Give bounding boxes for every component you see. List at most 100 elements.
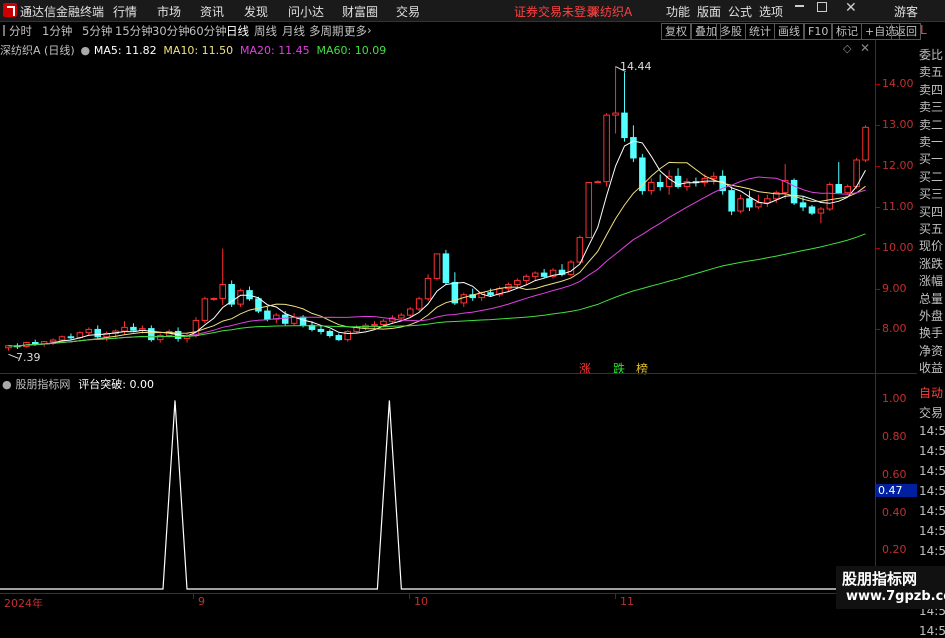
candle-body xyxy=(406,308,414,316)
indicator-plot[interactable] xyxy=(0,375,875,593)
period-tab-intraday[interactable]: 分时 xyxy=(9,23,32,39)
quote-field-label[interactable]: 外盘 xyxy=(919,307,943,324)
tick-detail-label[interactable]: 交易 xyxy=(919,404,943,421)
period-tab-more[interactable]: 更多 xyxy=(344,23,367,39)
statistics-button[interactable]: 统计 xyxy=(745,23,775,40)
quote-field-label[interactable]: 换手 xyxy=(919,324,943,341)
tick-detail-label[interactable]: 14:56 xyxy=(919,464,945,478)
candle-body xyxy=(826,184,834,210)
quote-field-label[interactable]: 买三 xyxy=(919,185,943,202)
menu-item-news[interactable]: 资讯 xyxy=(200,3,224,20)
candle-body xyxy=(594,181,601,184)
menu-item-discover[interactable]: 发现 xyxy=(244,3,268,20)
menu-item-wealth[interactable]: 财富圈 xyxy=(342,3,378,20)
candlestick-plot[interactable] xyxy=(0,40,875,373)
date-tick xyxy=(615,594,616,599)
quote-field-label[interactable]: 买五 xyxy=(919,220,943,237)
candle-body xyxy=(246,290,253,300)
date-tick xyxy=(193,594,194,599)
user-guest[interactable]: 游客 xyxy=(894,3,918,20)
back-button[interactable]: 返回 xyxy=(891,23,921,40)
indicator-pane[interactable]: ● 股朋指标网 评台突破: 0.00 xyxy=(0,375,875,593)
quote-side-panel[interactable]: 委比 卖五 卖四 卖三 卖二 卖一 买一 买二 买三 买四 买五 现价 涨跌 涨幅 总量 外盘 换手 净资 收益自动… xyxy=(917,40,945,638)
candle-body xyxy=(540,272,548,277)
quote-field-label[interactable]: 买一 xyxy=(919,150,943,167)
period-toolbar: 分时 1分钟 5分钟 15分钟 30分钟 60分钟 日线 周线 月线 多周期 更… xyxy=(0,22,945,40)
quote-field-label[interactable]: 卖五 xyxy=(919,63,943,80)
close-icon[interactable]: ✕ xyxy=(845,0,857,16)
tick-detail-label[interactable]: 14:56 xyxy=(919,484,945,498)
price-tick-label: 12.00 xyxy=(882,159,914,173)
candle-body xyxy=(460,294,468,304)
chevron-right-icon[interactable]: › xyxy=(367,23,372,37)
candle-body xyxy=(514,279,521,286)
quote-field-label[interactable]: 总量 xyxy=(919,290,943,307)
period-tab-1min[interactable]: 1分钟 xyxy=(42,23,72,39)
tick-detail-label[interactable]: 14:56 xyxy=(919,544,945,558)
restore-icon[interactable] xyxy=(817,2,827,12)
period-tab-multi[interactable]: 多周期 xyxy=(309,23,344,39)
quote-field-label[interactable]: 卖一 xyxy=(919,133,943,150)
multi-stock-button[interactable]: 多股 xyxy=(716,23,746,40)
candle-body xyxy=(621,112,628,139)
menu-item-ask[interactable]: 问小达 xyxy=(288,3,324,20)
menu-item-layout[interactable]: 版面 xyxy=(697,3,721,20)
menu-item-formula[interactable]: 公式 xyxy=(728,3,752,20)
period-tab-15min[interactable]: 15分钟 xyxy=(115,23,153,39)
f10-button[interactable]: F10 xyxy=(804,23,833,40)
period-tab-5min[interactable]: 5分钟 xyxy=(82,23,112,39)
candle-body xyxy=(335,335,343,341)
candle-body xyxy=(237,290,244,305)
price-chart[interactable]: 深纺织A (日线) ● MA5: 11.82 MA10: 11.50 MA20:… xyxy=(0,40,875,376)
date-tick xyxy=(409,594,410,599)
stock-tab[interactable]: 深纺织A xyxy=(588,3,632,20)
menu-item-trade[interactable]: 交易 xyxy=(396,3,420,20)
panel-corner-label[interactable]: L xyxy=(920,23,927,37)
candle-body xyxy=(567,261,575,275)
adjust-button[interactable]: 复权 xyxy=(661,23,691,40)
watermark-url: www.7gpzb.com xyxy=(846,589,945,604)
quote-field-label[interactable]: 卖二 xyxy=(919,116,943,133)
candle-body xyxy=(281,314,289,324)
period-tab-daily[interactable]: 日线 xyxy=(226,23,249,39)
period-tab-monthly[interactable]: 月线 xyxy=(282,23,305,39)
candle-body xyxy=(264,310,271,320)
price-tick-label: 9.00 xyxy=(882,281,907,295)
menu-item-functions[interactable]: 功能 xyxy=(666,3,690,20)
period-tab-60min[interactable]: 60分钟 xyxy=(189,23,227,39)
quote-field-label[interactable]: 净资 xyxy=(919,342,943,359)
candle-body xyxy=(603,114,610,183)
candle-body xyxy=(49,339,57,343)
quote-field-label[interactable]: 涨幅 xyxy=(919,272,943,289)
mark-button[interactable]: 标记 xyxy=(832,23,862,40)
candle-body xyxy=(728,190,735,212)
quote-field-label[interactable]: 买四 xyxy=(919,203,943,220)
toolbar-handle-icon xyxy=(3,25,5,36)
quote-field-label[interactable]: 委比 xyxy=(919,46,943,63)
quote-field-label[interactable]: 收益 xyxy=(919,359,943,376)
quote-field-label[interactable]: 现价 xyxy=(919,237,943,254)
tick-detail-label[interactable]: 14:56 xyxy=(919,504,945,518)
minimize-icon[interactable] xyxy=(795,5,804,7)
candle-body xyxy=(58,336,66,341)
quote-field-label[interactable]: 涨跌 xyxy=(919,255,943,272)
candle-body xyxy=(317,328,325,332)
candle-body xyxy=(505,284,512,290)
draw-line-button[interactable]: 画线 xyxy=(774,23,804,40)
quote-field-label[interactable]: 买二 xyxy=(919,168,943,185)
price-tick xyxy=(876,125,880,127)
menu-item-options[interactable]: 选项 xyxy=(759,3,783,20)
menu-item-quotes[interactable]: 行情 xyxy=(113,3,137,20)
period-tab-weekly[interactable]: 周线 xyxy=(254,23,277,39)
tick-detail-label[interactable]: 自动 xyxy=(919,384,943,401)
tick-detail-label[interactable]: 14:56 xyxy=(919,524,945,538)
candle-body xyxy=(326,330,334,337)
login-notice[interactable]: 证券交易未登录 xyxy=(514,3,598,20)
quote-field-label[interactable]: 卖三 xyxy=(919,98,943,115)
tick-detail-label[interactable]: 14:56 xyxy=(919,424,945,438)
menu-item-market[interactable]: 市场 xyxy=(157,3,181,20)
tick-detail-label[interactable]: 14:56 xyxy=(919,444,945,458)
quote-field-label[interactable]: 卖四 xyxy=(919,81,943,98)
period-tab-30min[interactable]: 30分钟 xyxy=(152,23,190,39)
tick-detail-label[interactable]: 14:56 xyxy=(919,624,945,638)
